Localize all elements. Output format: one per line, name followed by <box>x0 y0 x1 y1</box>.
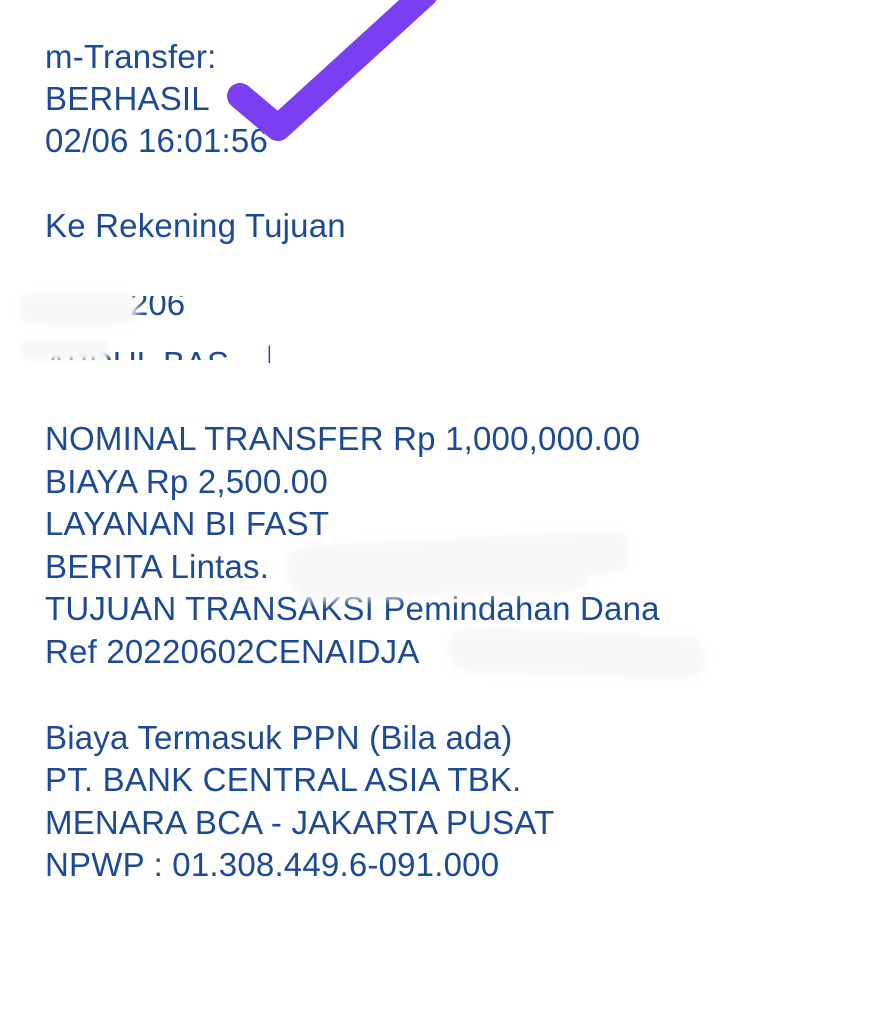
transfer-receipt: m-Transfer: BERHASIL 02/06 16:01:56 Ke R… <box>0 0 871 1024</box>
checkmark-icon <box>227 0 437 141</box>
